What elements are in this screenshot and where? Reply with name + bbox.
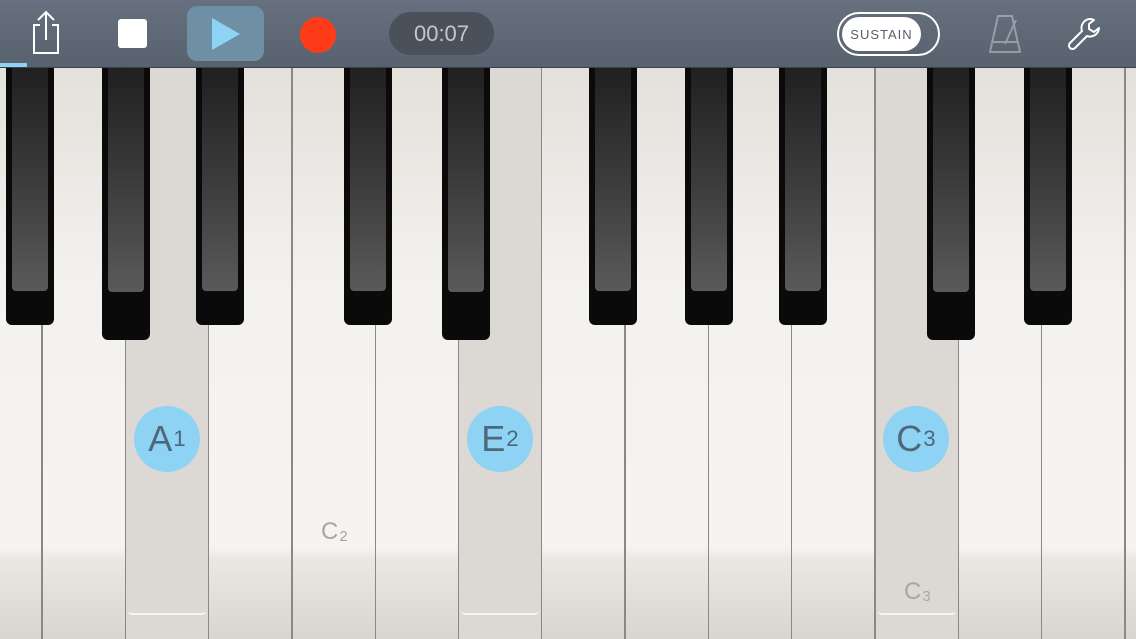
label-note: C: [321, 518, 339, 545]
black-key[interactable]: [196, 68, 244, 325]
black-key[interactable]: [102, 68, 150, 340]
playback-progress-bar: [0, 63, 27, 67]
record-button[interactable]: [300, 17, 336, 53]
note-name: A: [148, 418, 173, 459]
black-key[interactable]: [6, 68, 54, 325]
note-octave: 3: [923, 426, 936, 451]
note-octave: 2: [506, 426, 519, 451]
time-display: 00:07: [389, 12, 494, 55]
black-key[interactable]: [344, 68, 392, 325]
note-name: C: [896, 418, 923, 459]
piano-keyboard: A1 E2 C3 C2 C3: [0, 68, 1136, 639]
play-icon: [211, 17, 240, 50]
black-key[interactable]: [1024, 68, 1072, 325]
black-key[interactable]: [927, 68, 975, 340]
octave-label-c2: C2: [321, 518, 348, 546]
wrench-icon[interactable]: [1066, 14, 1106, 54]
play-button[interactable]: [187, 6, 264, 61]
note-name: E: [481, 418, 506, 459]
sustain-label: SUSTAIN: [842, 17, 921, 51]
black-key[interactable]: [779, 68, 827, 325]
note-bubble-c3: C3: [883, 406, 949, 472]
label-octave: 3: [922, 589, 931, 606]
toolbar: 00:07 SUSTAIN: [0, 0, 1136, 68]
white-key[interactable]: [1125, 68, 1136, 639]
sustain-toggle[interactable]: SUSTAIN: [837, 12, 940, 56]
note-octave: 1: [173, 426, 186, 451]
stop-button[interactable]: [118, 19, 147, 48]
label-note: C: [904, 578, 922, 605]
note-bubble-e2: E2: [467, 406, 533, 472]
black-key[interactable]: [442, 68, 490, 340]
octave-label-c3: C3: [904, 578, 931, 606]
share-icon[interactable]: [24, 8, 68, 56]
black-key[interactable]: [589, 68, 637, 325]
note-bubble-a1: A1: [134, 406, 200, 472]
metronome-icon[interactable]: [988, 14, 1022, 54]
label-octave: 2: [339, 529, 348, 546]
black-key[interactable]: [685, 68, 733, 325]
